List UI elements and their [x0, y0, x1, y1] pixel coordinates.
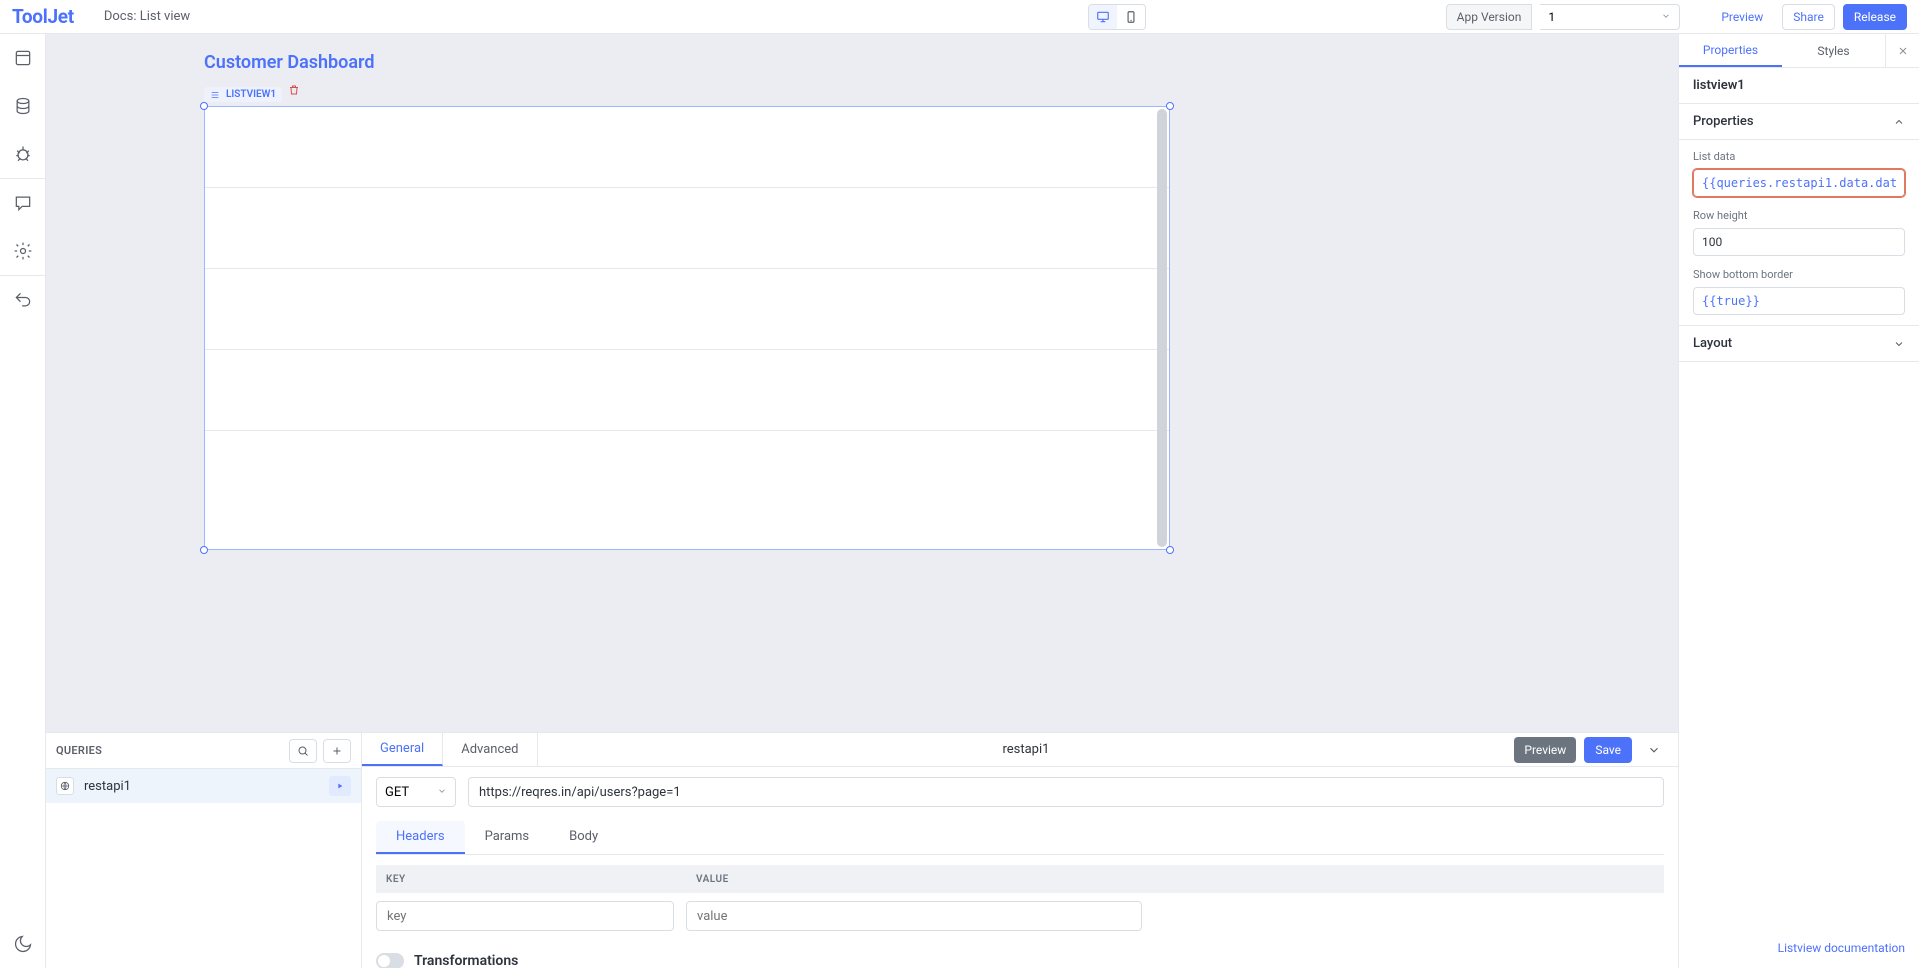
list-row: [205, 269, 1169, 350]
resize-handle[interactable]: [1166, 102, 1174, 110]
run-query-button[interactable]: [329, 776, 351, 796]
resize-handle[interactable]: [200, 102, 208, 110]
listview-widget[interactable]: [204, 106, 1170, 550]
list-data-input[interactable]: [1693, 169, 1905, 197]
resize-handle[interactable]: [200, 546, 208, 554]
page-title: Docs: List view: [104, 9, 190, 24]
section-properties-label: Properties: [1693, 114, 1754, 129]
http-method-select[interactable]: GET: [376, 777, 456, 807]
widget-tag-label: LISTVIEW1: [226, 89, 276, 100]
logo: ToolJet: [12, 5, 74, 28]
rail-settings-button[interactable]: [0, 227, 46, 275]
search-queries-button[interactable]: [289, 739, 317, 763]
section-properties-head[interactable]: Properties: [1679, 104, 1919, 140]
widget-tag[interactable]: LISTVIEW1: [204, 87, 282, 102]
row-height-input[interactable]: [1693, 228, 1905, 256]
kv-header: KEY VALUE: [376, 865, 1664, 893]
query-tab-advanced[interactable]: Advanced: [443, 733, 537, 766]
row-height-label: Row height: [1693, 209, 1905, 222]
panel-icon: [13, 48, 33, 68]
sub-tab-params[interactable]: Params: [465, 821, 550, 854]
bug-icon: [13, 144, 33, 164]
query-name-display[interactable]: restapi1: [538, 733, 1515, 766]
rest-api-icon: [56, 777, 74, 795]
sub-tab-headers[interactable]: Headers: [376, 821, 465, 854]
comment-icon: [13, 193, 33, 213]
rail-undo-button[interactable]: [0, 276, 46, 324]
inspector-panel: Properties Styles listview1 Properties L…: [1679, 34, 1919, 968]
section-layout-label: Layout: [1693, 336, 1732, 351]
chevron-down-icon: [1893, 338, 1905, 350]
resize-handle[interactable]: [1166, 546, 1174, 554]
viewport-desktop-button[interactable]: [1089, 5, 1117, 29]
dashboard-title: Customer Dashboard: [204, 52, 1201, 73]
app-version-select[interactable]: 1: [1540, 4, 1680, 30]
list-row: [205, 431, 1169, 512]
app-header: ToolJet Docs: List view App Version 1 Pr…: [0, 0, 1919, 34]
release-button[interactable]: Release: [1843, 4, 1907, 30]
query-save-button[interactable]: Save: [1584, 737, 1632, 763]
kv-head-key: KEY: [376, 874, 686, 885]
trash-icon: [288, 84, 300, 96]
queries-panel: QUERIES restapi1 General Advanced restap…: [46, 732, 1678, 968]
section-layout-head[interactable]: Layout: [1679, 326, 1919, 362]
share-button[interactable]: Share: [1782, 4, 1835, 30]
left-rail: [0, 34, 46, 968]
undo-icon: [13, 290, 33, 310]
kv-head-value: VALUE: [686, 874, 729, 885]
documentation-link[interactable]: Listview documentation: [1778, 941, 1905, 955]
url-input[interactable]: [468, 777, 1664, 807]
header-key-input[interactable]: [376, 901, 674, 931]
canvas[interactable]: Customer Dashboard LISTVIEW1: [46, 34, 1678, 732]
query-tab-general[interactable]: General: [362, 733, 443, 766]
chevron-down-icon: [437, 785, 447, 800]
list-row: [205, 350, 1169, 431]
rail-datasources-button[interactable]: [0, 82, 46, 130]
query-name: restapi1: [84, 779, 131, 794]
query-preview-button[interactable]: Preview: [1514, 737, 1576, 763]
app-version-label: App Version: [1446, 4, 1533, 30]
rail-theme-button[interactable]: [0, 920, 46, 968]
database-icon: [13, 96, 33, 116]
mobile-icon: [1124, 10, 1138, 24]
inspector-tab-properties[interactable]: Properties: [1679, 34, 1782, 67]
listview-icon: [210, 90, 220, 100]
list-data-label: List data: [1693, 150, 1905, 163]
close-icon: [1897, 45, 1909, 57]
collapse-queries-button[interactable]: [1640, 737, 1668, 763]
viewport-toggle-group: [1088, 4, 1446, 30]
add-query-button[interactable]: [323, 739, 351, 763]
chevron-down-icon: [1647, 743, 1661, 757]
query-list-item[interactable]: restapi1: [46, 769, 361, 803]
plus-icon: [331, 745, 343, 757]
delete-widget-button[interactable]: [288, 81, 300, 100]
desktop-icon: [1096, 10, 1110, 24]
transformations-toggle[interactable]: [376, 953, 404, 968]
rail-comments-button[interactable]: [0, 179, 46, 227]
listview-scrollbar[interactable]: [1157, 109, 1167, 547]
rail-inspector-button[interactable]: [0, 34, 46, 82]
queries-title: QUERIES: [56, 744, 102, 757]
component-name[interactable]: listview1: [1679, 68, 1919, 104]
list-row: [205, 188, 1169, 269]
chevron-down-icon: [1661, 10, 1671, 24]
app-version-value: 1: [1548, 10, 1555, 24]
viewport-mobile-button[interactable]: [1117, 5, 1145, 29]
inspector-tab-styles[interactable]: Styles: [1782, 34, 1885, 67]
show-border-input[interactable]: [1693, 287, 1905, 315]
gear-icon: [13, 241, 33, 261]
rail-debugger-button[interactable]: [0, 130, 46, 178]
search-icon: [297, 745, 309, 757]
play-icon: [336, 782, 344, 790]
header-value-input[interactable]: [686, 901, 1142, 931]
chevron-up-icon: [1893, 116, 1905, 128]
http-method-value: GET: [385, 785, 409, 800]
list-row: [205, 107, 1169, 188]
transformations-label: Transformations: [414, 953, 518, 968]
preview-button[interactable]: Preview: [1710, 4, 1774, 30]
show-border-label: Show bottom border: [1693, 268, 1905, 281]
sub-tab-body[interactable]: Body: [549, 821, 618, 854]
moon-icon: [13, 934, 33, 954]
close-inspector-button[interactable]: [1885, 34, 1919, 67]
